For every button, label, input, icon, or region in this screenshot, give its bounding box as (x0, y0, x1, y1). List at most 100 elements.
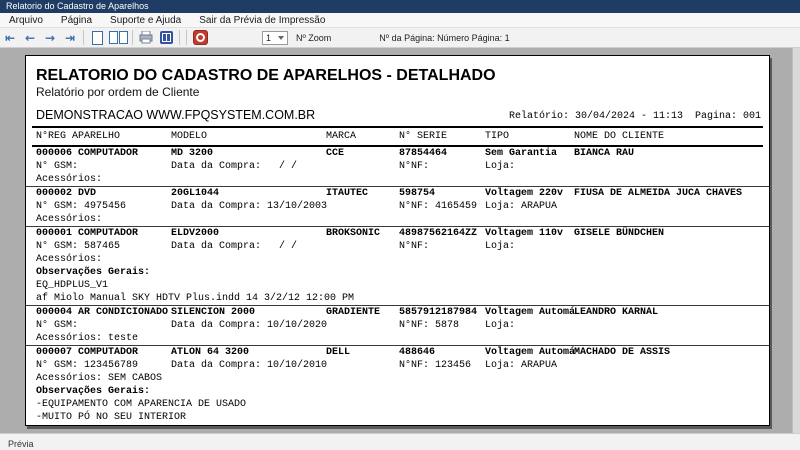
zoom-select-value: 1 (266, 32, 272, 43)
app-window: Relatorio do Cadastro de Aparelhos Arqui… (0, 0, 800, 450)
record-acessorios-line: Acessórios: (26, 173, 769, 186)
record-main-line: 000007 COMPUTADOR ATLON 64 3200 DELL 488… (26, 346, 769, 359)
record-obs-label: Observações Gerais: (36, 267, 151, 278)
vertical-scrollbar[interactable] (792, 48, 800, 433)
toolbar-separator (186, 30, 187, 45)
record-gsm: N° GSM: 4975456 (36, 201, 127, 212)
table-header-row: N°REG APARELHO MODELO MARCA N° SERIE TIP… (26, 130, 769, 144)
toolbar-separator (83, 30, 84, 45)
zoom-select[interactable]: 1 (262, 30, 288, 45)
record-acessorios: Acessórios: teste (36, 333, 139, 344)
menu-arquivo[interactable]: Arquivo (0, 13, 52, 28)
window-titlebar: Relatorio do Cadastro de Aparelhos (0, 0, 800, 13)
record-reg: 000007 COMPUTADOR (36, 347, 139, 358)
single-page-icon (91, 30, 103, 45)
window-title: Relatorio do Cadastro de Aparelhos (6, 1, 149, 11)
first-page-button[interactable]: ⇤ (1, 29, 19, 47)
record-loja: Loja: (485, 241, 516, 252)
record-compra: Data da Compra: 10/10/2010 (171, 360, 328, 371)
previous-page-icon: ← (24, 30, 36, 45)
status-label: Prévia (8, 439, 34, 449)
print-setup-icon (159, 31, 173, 44)
record-obs-text: af Miolo Manual SKY HDTV Plus.indd 14 3/… (36, 293, 355, 304)
record-compra: Data da Compra: / / (171, 161, 298, 172)
record-acessorios: Acessórios: (36, 174, 103, 185)
record-detail-line: N° GSM: Data da Compra: 10/10/2020 N°NF:… (26, 319, 769, 332)
record-marca: BROKSONIC (326, 228, 381, 239)
record-obs-text: -MUITO PÓ NO SEU INTERIOR (36, 412, 187, 423)
record-tipo: Sem Garantia (485, 148, 558, 159)
record-loja: Loja: (485, 320, 516, 331)
record-obs-label-line: Observações Gerais: (26, 266, 769, 279)
column-header: N°REG APARELHO (36, 131, 121, 142)
record-reg: 000001 COMPUTADOR (36, 228, 139, 239)
column-header: MARCA (326, 131, 357, 142)
record-loja: Loja: (485, 161, 516, 172)
record-tipo: Voltagem Automá (485, 347, 576, 358)
next-page-button[interactable]: → (41, 29, 59, 47)
record-modelo: ATLON 64 3200 (171, 347, 250, 358)
record-marca: ITAUTEC (326, 188, 369, 199)
report-page: RELATORIO DO CADASTRO DE APARELHOS - DET… (25, 55, 770, 426)
record-nf: N°NF: 123456 (399, 360, 472, 371)
record-cliente: FIUSA DE ALMEIDA JUCA CHAVES (574, 188, 743, 199)
chevron-down-icon (278, 35, 284, 40)
last-page-button[interactable]: ⇥ (61, 29, 79, 47)
report-meta-row: DEMONSTRACAO WWW.FPQSYSTEM.COM.BR Relató… (36, 108, 761, 122)
single-page-view-button[interactable] (88, 29, 106, 47)
record-acessorios-line: Acessórios: teste (26, 332, 769, 345)
record-obs-line: af Miolo Manual SKY HDTV Plus.indd 14 3/… (26, 292, 769, 305)
record-obs-label-line: Observações Gerais: (26, 385, 769, 398)
record-serie: 488646 (399, 347, 436, 358)
column-header: TIPO (485, 131, 510, 142)
record-modelo: MD 3200 (171, 148, 214, 159)
print-button[interactable] (137, 29, 155, 47)
record-nf: N°NF: 5878 (399, 320, 460, 331)
menu-pagina[interactable]: Página (52, 13, 101, 28)
menu-sair-da-previa[interactable]: Sair da Prévia de Impressão (190, 13, 334, 28)
record-acessorios: Acessórios: (36, 214, 103, 225)
record-acessorios-line: Acessórios: SEM CABOS (26, 372, 769, 385)
preview-area: RELATORIO DO CADASTRO DE APARELHOS - DET… (0, 48, 800, 433)
status-bar: Prévia (0, 433, 800, 450)
record-block: 000006 COMPUTADOR MD 3200 CCE 87854464 S… (26, 147, 769, 187)
first-page-icon: ⇤ (4, 30, 16, 45)
record-main-line: 000004 AR CONDICIONADO SILENCION 2000 GR… (26, 306, 769, 319)
exit-preview-button[interactable] (191, 29, 209, 47)
record-obs-text: EQ_HDPLUS_V1 (36, 280, 109, 291)
toolbar: ⇤ ← → ⇥ 1 Nº Zoom Nº da Página: Número P… (0, 28, 800, 48)
record-marca: GRADIENTE (326, 307, 381, 318)
exit-preview-icon (192, 30, 208, 45)
record-detail-line: N° GSM: 4975456 Data da Compra: 13/10/20… (26, 200, 769, 213)
record-reg: 000004 AR CONDICIONADO (36, 307, 169, 318)
record-cliente: GISELE BÜNDCHEN (574, 228, 665, 239)
two-page-icon (118, 31, 128, 44)
record-serie: 5857912187984 (399, 307, 478, 318)
record-tipo: Voltagem 220v (485, 188, 564, 199)
record-cliente: LEANDRO KARNAL (574, 307, 659, 318)
record-block: 000004 AR CONDICIONADO SILENCION 2000 GR… (26, 306, 769, 346)
two-page-view-button[interactable] (108, 29, 128, 47)
record-reg: 000002 DVD (36, 188, 97, 199)
printer-icon (139, 31, 153, 44)
column-header: N° SERIE (399, 131, 448, 142)
print-setup-button[interactable] (157, 29, 175, 47)
record-gsm: N° GSM: 587465 (36, 241, 121, 252)
toolbar-separator (132, 30, 133, 45)
column-header: MODELO (171, 131, 208, 142)
previous-page-button[interactable]: ← (21, 29, 39, 47)
record-main-line: 000002 DVD 20GL1044 ITAUTEC 598754 Volta… (26, 187, 769, 200)
record-modelo: ELDV2000 (171, 228, 220, 239)
report-datetime-page: Relatório: 30/04/2024 - 11:13 Pagina: 00… (508, 111, 761, 122)
record-nf: N°NF: (399, 161, 430, 172)
record-compra: Data da Compra: 13/10/2003 (171, 201, 328, 212)
two-page-icon (108, 31, 118, 44)
record-obs-label: Observações Gerais: (36, 386, 151, 397)
divider (32, 126, 763, 128)
record-modelo: 20GL1044 (171, 188, 220, 199)
record-marca: CCE (326, 148, 345, 159)
record-compra: Data da Compra: 10/10/2020 (171, 320, 328, 331)
report-subtitle: Relatório por ordem de Cliente (36, 85, 200, 99)
record-serie: 87854464 (399, 148, 448, 159)
menu-suporte-e-ajuda[interactable]: Suporte e Ajuda (101, 13, 190, 28)
